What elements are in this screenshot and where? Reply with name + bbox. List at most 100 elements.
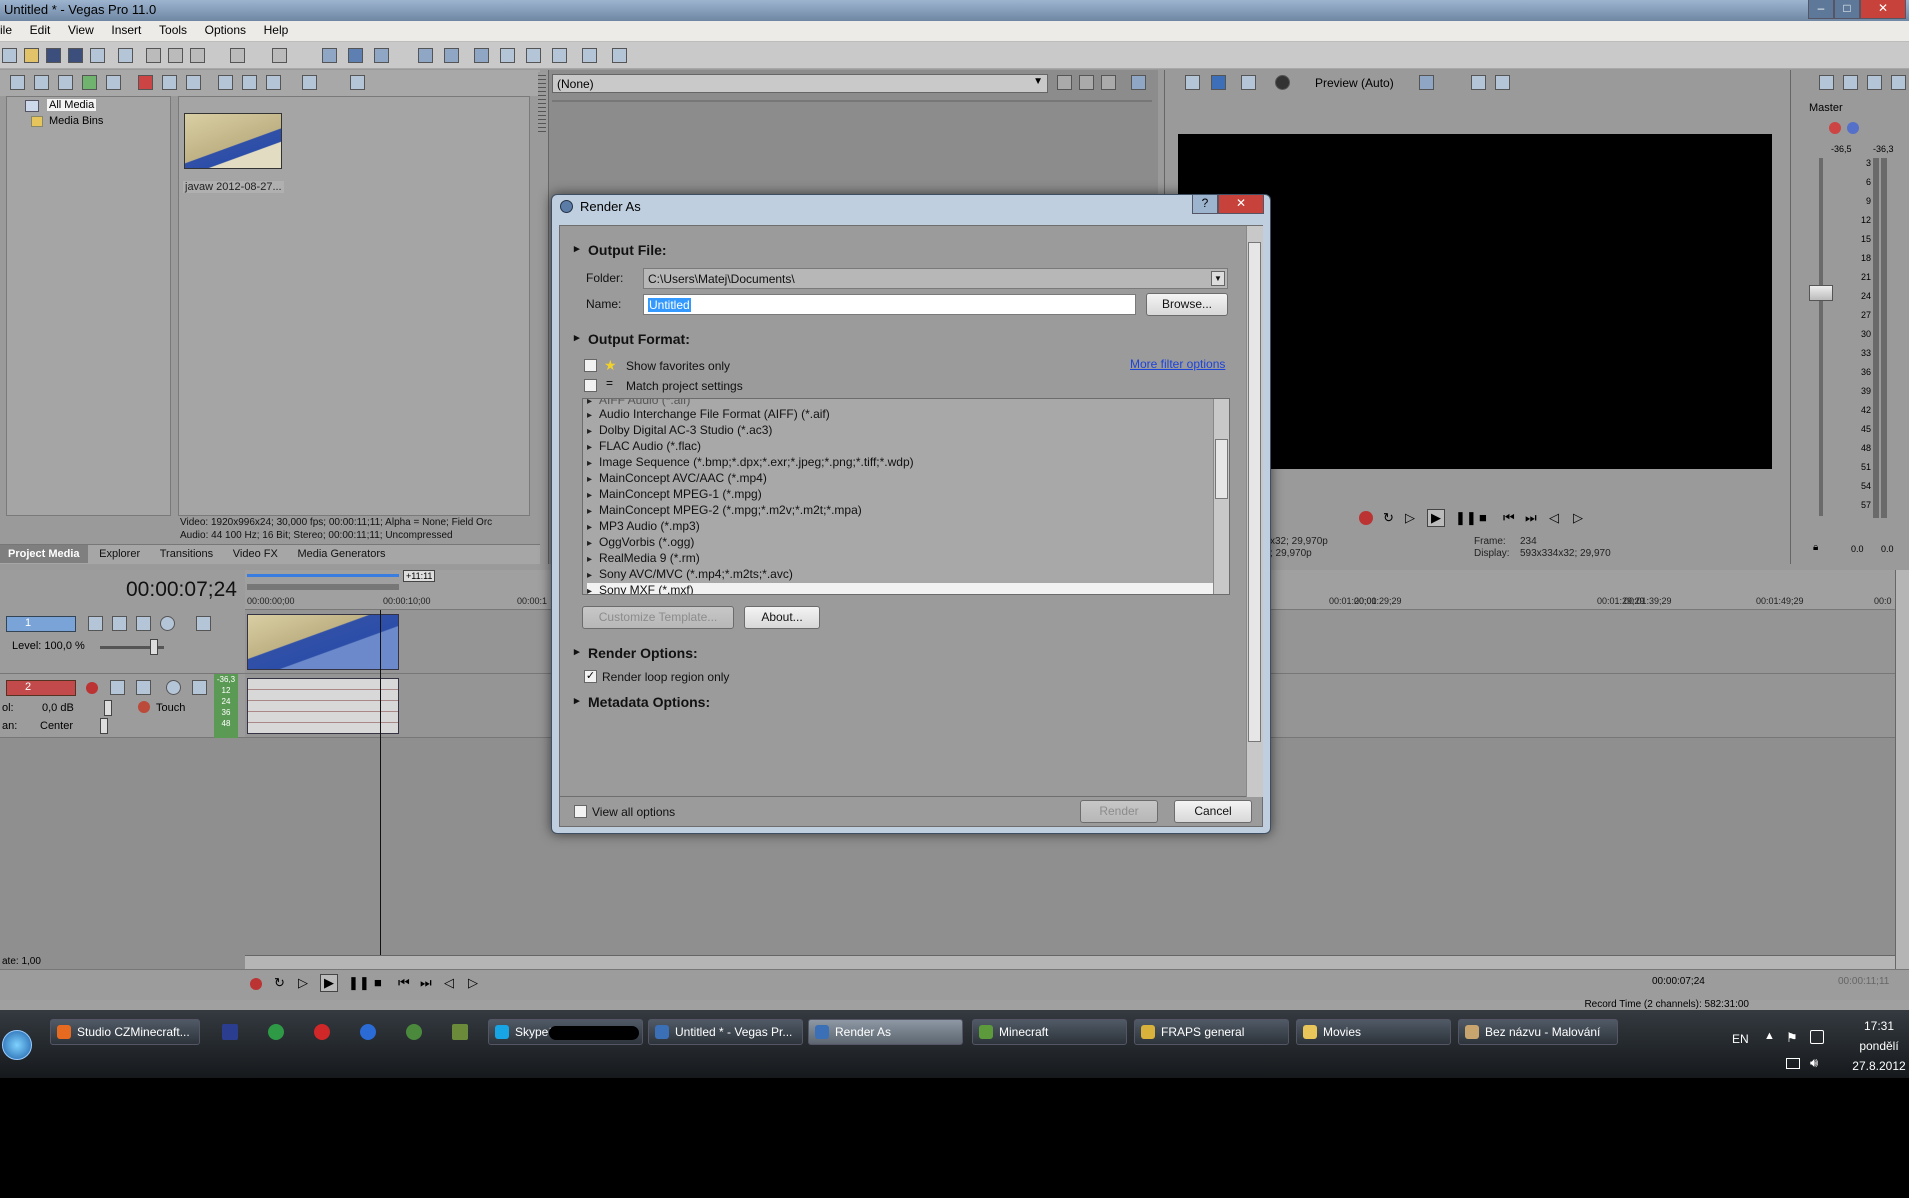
- track-invert-icon[interactable]: [136, 680, 151, 695]
- minecraft-icon[interactable]: [452, 1024, 468, 1040]
- dialog-close-button[interactable]: ✕: [1218, 195, 1264, 214]
- taskbar-item[interactable]: Movies: [1296, 1019, 1451, 1045]
- play-from-start-icon[interactable]: ▷: [1405, 510, 1415, 526]
- video-track-header[interactable]: 1 Level: 100,0 %: [0, 610, 245, 674]
- format-item[interactable]: Audio Interchange File Format (AIFF) (*.…: [587, 407, 830, 423]
- match-project-label[interactable]: Match project settings: [626, 379, 743, 393]
- show-favorites-checkbox[interactable]: [584, 359, 597, 372]
- track-fx-icon[interactable]: [112, 616, 127, 631]
- taskbar-item[interactable]: Bez názvu - Malování: [1458, 1019, 1618, 1045]
- play-icon[interactable]: ▶: [1427, 509, 1445, 527]
- track-motion-icon[interactable]: [88, 616, 103, 631]
- app-icon[interactable]: [360, 1024, 376, 1040]
- project-properties-icon[interactable]: [1185, 75, 1200, 90]
- selection-tool-icon[interactable]: [374, 48, 389, 63]
- format-item[interactable]: Sony AVC/MVC (*.mp4;*.m2ts;*.avc): [587, 567, 793, 583]
- automation-mode[interactable]: Touch: [156, 702, 185, 714]
- go-to-end-icon[interactable]: ⏭: [1525, 510, 1537, 526]
- play-from-start-icon[interactable]: ▷: [298, 975, 308, 991]
- split-screen-icon[interactable]: [1275, 75, 1290, 90]
- master-solo-icon[interactable]: [1867, 75, 1882, 90]
- tab-video-fx[interactable]: Video FX: [225, 545, 286, 563]
- show-hidden-icons-icon[interactable]: ▲: [1764, 1030, 1775, 1042]
- section-output-format[interactable]: Output Format:: [574, 331, 690, 347]
- app-icon[interactable]: [268, 1024, 284, 1040]
- previous-frame-icon[interactable]: ◁: [1549, 510, 1559, 526]
- mute-icon[interactable]: [166, 680, 181, 695]
- customize-template-button[interactable]: Customize Template...: [582, 606, 734, 629]
- arm-record-icon[interactable]: [86, 682, 98, 694]
- start-preview-icon[interactable]: [218, 75, 233, 90]
- tree-item-media-bins[interactable]: Media Bins: [49, 115, 103, 127]
- previous-frame-icon[interactable]: ◁: [444, 975, 454, 991]
- format-item[interactable]: FLAC Audio (*.flac): [587, 439, 701, 455]
- go-to-start-icon[interactable]: ⏮: [398, 975, 410, 991]
- close-button[interactable]: ✕: [1860, 0, 1906, 19]
- master-lock-icon[interactable]: 🔒︎: [1813, 542, 1818, 553]
- menu-help[interactable]: Help: [257, 21, 296, 39]
- network-icon[interactable]: [1786, 1058, 1800, 1069]
- minimize-button[interactable]: –: [1808, 0, 1834, 19]
- dialog-scrollbar[interactable]: [1246, 226, 1263, 798]
- trimmer-clear-icon[interactable]: [1101, 75, 1116, 90]
- stop-icon[interactable]: ■: [1479, 510, 1487, 525]
- loop-icon[interactable]: ↻: [1383, 510, 1394, 526]
- panel-gripper[interactable]: [538, 72, 546, 132]
- pan-slider-handle[interactable]: [100, 718, 108, 734]
- section-render-options[interactable]: Render Options:: [574, 645, 698, 661]
- media-manager-icon[interactable]: [582, 48, 597, 63]
- pause-icon[interactable]: ❚❚: [348, 975, 370, 991]
- properties-icon[interactable]: [118, 48, 133, 63]
- format-item[interactable]: OggVorbis (*.ogg): [587, 535, 694, 551]
- power-icon[interactable]: [1810, 1030, 1824, 1044]
- clip-name[interactable]: javaw 2012-08-27...: [183, 181, 284, 193]
- dialog-scroll-thumb[interactable]: [1248, 242, 1261, 742]
- render-loop-label[interactable]: Render loop region only: [602, 670, 729, 684]
- search-media-icon[interactable]: [350, 75, 365, 90]
- tab-explorer[interactable]: Explorer: [91, 545, 148, 563]
- format-item[interactable]: Image Sequence (*.bmp;*.dpx;*.exr;*.jpeg…: [587, 455, 914, 471]
- about-button[interactable]: About...: [744, 606, 820, 629]
- master-fader-handle[interactable]: [1809, 285, 1833, 301]
- media-fx-icon[interactable]: [106, 75, 121, 90]
- section-output-file[interactable]: Output File:: [574, 242, 666, 258]
- format-item[interactable]: RealMedia 9 (*.rm): [587, 551, 700, 567]
- menu-options[interactable]: Options: [198, 21, 253, 39]
- trimmer-add-icon[interactable]: [1057, 75, 1072, 90]
- volume-slider-handle[interactable]: [104, 700, 112, 716]
- cancel-button[interactable]: Cancel: [1174, 800, 1252, 823]
- taskbar-item[interactable]: Skype™: [488, 1019, 643, 1045]
- next-frame-icon[interactable]: ▷: [1573, 510, 1583, 526]
- undo-icon[interactable]: [230, 48, 245, 63]
- stop-preview-icon[interactable]: [242, 75, 257, 90]
- copy-snapshot-icon[interactable]: [1471, 75, 1486, 90]
- play-icon[interactable]: ▶: [320, 974, 338, 992]
- match-project-checkbox[interactable]: [584, 379, 597, 392]
- import-media-icon[interactable]: [10, 75, 25, 90]
- help-button[interactable]: ?: [1192, 195, 1218, 214]
- views-icon[interactable]: [302, 75, 317, 90]
- pause-icon[interactable]: ❚❚: [1455, 510, 1477, 526]
- auto-preview-icon[interactable]: [266, 75, 281, 90]
- record-icon[interactable]: [1359, 511, 1373, 525]
- snapping-icon[interactable]: [474, 48, 489, 63]
- go-to-start-icon[interactable]: ⏮: [1503, 510, 1515, 526]
- start-button[interactable]: [2, 1030, 32, 1060]
- loop-icon[interactable]: ↻: [274, 975, 285, 991]
- volume-icon[interactable]: 🔊︎: [1810, 1055, 1818, 1071]
- master-mute-dot-icon[interactable]: [1847, 122, 1859, 134]
- section-metadata-options[interactable]: Metadata Options:: [574, 694, 710, 710]
- video-event[interactable]: [247, 614, 399, 670]
- master-fx-dot-icon[interactable]: [1829, 122, 1841, 134]
- app-icon[interactable]: [222, 1024, 238, 1040]
- record-icon[interactable]: [250, 978, 262, 990]
- format-list-scrollbar[interactable]: [1213, 399, 1229, 594]
- format-item[interactable]: MP3 Audio (*.mp3): [587, 519, 700, 535]
- menu-file[interactable]: ile: [0, 21, 19, 39]
- save-as-icon[interactable]: [68, 48, 83, 63]
- automation-icon[interactable]: [138, 701, 150, 713]
- mute-icon[interactable]: [160, 616, 175, 631]
- timeline-vertical-scrollbar[interactable]: [1895, 570, 1909, 970]
- more-filter-options-link[interactable]: More filter options: [1130, 357, 1225, 371]
- solo-icon[interactable]: [196, 616, 211, 631]
